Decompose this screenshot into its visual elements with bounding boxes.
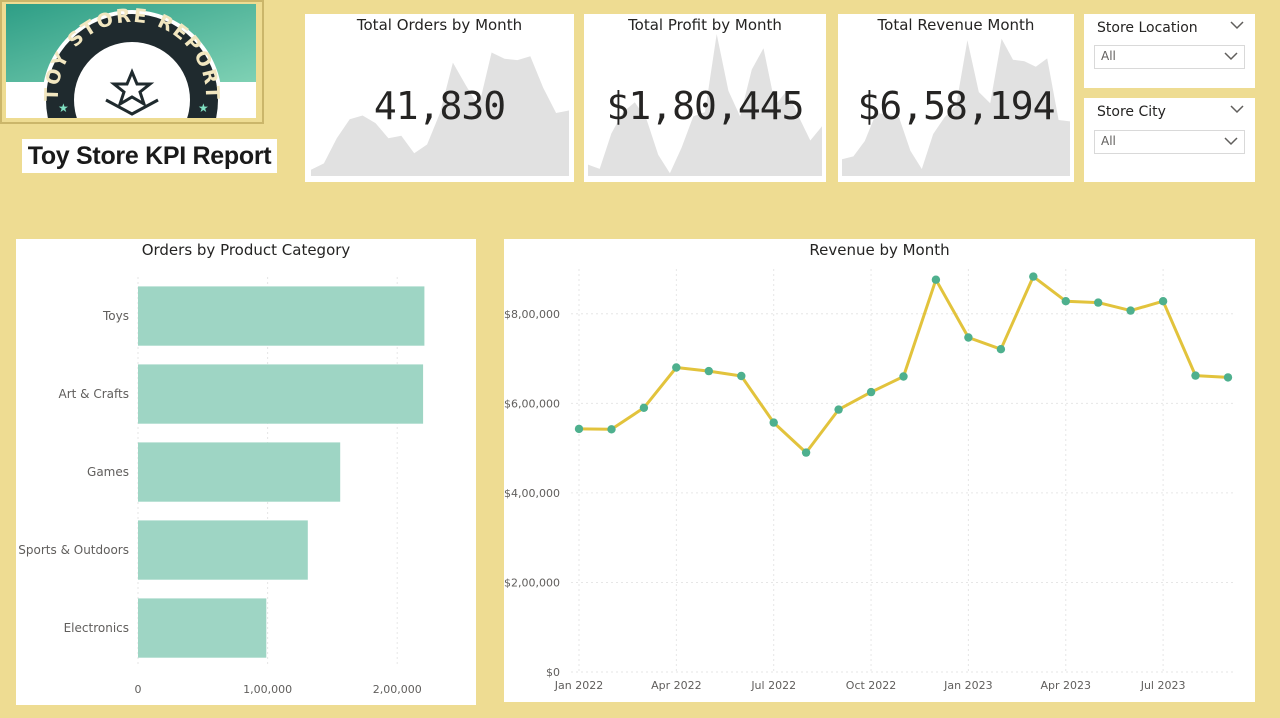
kpi-value: 41,830 (373, 84, 506, 128)
data-point[interactable] (866, 387, 876, 397)
kpi-title: Total Revenue Month (877, 16, 1035, 34)
y-tick-label: $2,00,000 (504, 576, 560, 589)
kpi-card-profit[interactable]: Total Profit by Month $1,80,445 (584, 14, 826, 182)
data-point[interactable] (704, 366, 713, 376)
data-point[interactable] (964, 333, 973, 342)
y-tick-label: Sports & Outdoors (18, 543, 129, 557)
x-tick-label: Apr 2023 (1040, 679, 1091, 692)
svg-text:★: ★ (58, 101, 69, 115)
bar[interactable] (138, 598, 267, 658)
slicer-title: Store City (1097, 104, 1166, 120)
bar[interactable] (138, 286, 425, 346)
x-tick-label: 1,00,000 (243, 683, 292, 696)
data-point[interactable] (1061, 297, 1070, 306)
x-tick-label: Oct 2022 (846, 679, 897, 692)
data-point[interactable] (996, 345, 1006, 354)
toy-store-logo: TOY STORE REPORT ★ ★ (6, 4, 256, 118)
y-tick-label: $8,00,000 (504, 308, 560, 321)
chart-title: Revenue by Month (809, 241, 950, 259)
bar-chart-svg: 0 1,00,000 2,00,000 Toys Art & Crafts Games Sp… (18, 277, 425, 696)
data-point[interactable] (801, 448, 811, 457)
x-tick-label: 0 (135, 683, 142, 696)
x-tick-label: Apr 2022 (651, 679, 702, 692)
x-tick-label: Jul 2022 (750, 679, 796, 692)
chevron-down-icon[interactable] (1230, 104, 1244, 114)
y-tick-label: $0 (546, 666, 560, 679)
x-tick-label: Jan 2023 (943, 679, 992, 692)
data-point[interactable] (1158, 297, 1168, 306)
data-point[interactable] (834, 405, 843, 414)
bar[interactable] (138, 520, 308, 580)
logo-frame: TOY STORE REPORT ★ ★ (0, 0, 264, 124)
x-tick-label: 2,00,000 (373, 683, 422, 696)
data-point[interactable] (672, 363, 681, 372)
line-chart-svg: $0 $2,00,000 $4,00,000 $6,00,000 $8,00,000 Ja… (504, 269, 1236, 692)
store-location-dropdown[interactable]: All (1094, 45, 1245, 69)
kpi-title: Total Orders by Month (356, 16, 523, 34)
y-tick-label: Toys (102, 309, 129, 323)
data-point[interactable] (574, 424, 584, 434)
chevron-down-icon[interactable] (1224, 51, 1238, 61)
kpi-card-orders[interactable]: Total Orders by Month 41,830 (305, 14, 574, 182)
data-point[interactable] (639, 403, 649, 412)
bar[interactable] (138, 364, 424, 424)
chevron-down-icon[interactable] (1224, 136, 1238, 146)
data-point[interactable] (1029, 272, 1038, 281)
y-tick-label: $4,00,000 (504, 487, 560, 500)
data-point[interactable] (769, 418, 778, 427)
store-city-dropdown[interactable]: All (1094, 130, 1245, 154)
data-point[interactable] (1191, 371, 1200, 380)
y-tick-label: Games (87, 465, 129, 479)
data-point[interactable] (1126, 306, 1135, 315)
svg-text:★: ★ (198, 101, 209, 115)
y-tick-label: Electronics (64, 621, 129, 635)
orders-by-category-chart: Orders by Product Category 0 1,00,000 2,00… (16, 239, 476, 705)
dropdown-value: All (1101, 49, 1116, 63)
slicer-title: Store Location (1097, 20, 1198, 36)
y-tick-label: $6,00,000 (504, 397, 560, 410)
report-title: Toy Store KPI Report (22, 139, 277, 173)
data-point[interactable] (737, 371, 746, 381)
revenue-by-month-chart: Revenue by Month $0 $2,00,000 $4,00,000 $6,… (504, 239, 1255, 702)
data-point[interactable] (1223, 373, 1233, 382)
x-tick-label: Jul 2023 (1140, 679, 1186, 692)
data-point[interactable] (1094, 298, 1103, 307)
bar[interactable] (138, 442, 341, 502)
chevron-down-icon[interactable] (1230, 20, 1244, 30)
kpi-value: $1,80,445 (606, 84, 805, 128)
kpi-value: $6,58,194 (857, 84, 1056, 128)
slicer-store-location: Store Location All (1084, 14, 1255, 88)
data-point[interactable] (931, 275, 941, 284)
dropdown-value: All (1101, 134, 1116, 148)
y-tick-label: Art & Crafts (59, 387, 129, 401)
chart-title: Orders by Product Category (141, 241, 351, 259)
data-point[interactable] (607, 425, 616, 434)
x-tick-label: Jan 2022 (554, 679, 603, 692)
slicer-store-city: Store City All (1084, 98, 1255, 182)
kpi-card-revenue[interactable]: Total Revenue Month $6,58,194 (838, 14, 1074, 182)
data-point[interactable] (899, 372, 908, 381)
kpi-title: Total Profit by Month (628, 16, 782, 34)
